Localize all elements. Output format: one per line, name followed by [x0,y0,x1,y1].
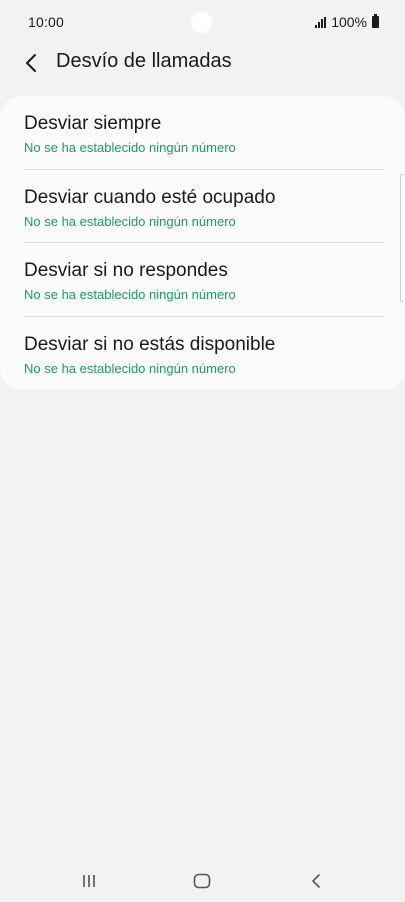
status-time: 10:00 [28,14,65,30]
scroll-indicator[interactable] [400,174,404,302]
setting-item-forward-when-busy[interactable]: Desviar cuando esté ocupado No se ha est… [0,170,405,243]
back-button[interactable] [16,48,46,78]
settings-card: Desviar siempre No se ha establecido nin… [0,96,405,390]
setting-subtitle: No se ha establecido ningún número [24,140,236,155]
setting-title: Desviar si no respondes [24,260,228,281]
navigation-bar [0,854,405,902]
setting-item-forward-always[interactable]: Desviar siempre No se ha establecido nin… [0,96,405,170]
setting-subtitle: No se ha establecido ningún número [24,287,236,302]
setting-item-forward-no-answer[interactable]: Desviar si no respondes No se ha estable… [0,243,405,317]
nav-back-button[interactable] [296,866,336,896]
recents-icon [83,875,95,887]
status-indicators: 100% [315,14,379,30]
home-button[interactable] [182,866,222,896]
camera-cutout [191,12,212,33]
setting-subtitle: No se ha establecido ningún número [24,360,236,376]
chevron-left-icon [26,54,36,72]
signal-icon [315,16,327,28]
battery-percentage: 100% [331,14,367,30]
recents-button[interactable] [69,866,109,896]
setting-title: Desviar si no estás disponible [24,333,276,355]
back-icon [312,874,320,888]
setting-subtitle: No se ha establecido ningún número [24,213,236,229]
home-icon [193,873,211,889]
battery-icon [372,14,379,28]
setting-title: Desviar cuando esté ocupado [24,186,276,208]
status-bar: 10:00 100% [0,0,405,44]
setting-title: Desviar siempre [24,113,162,134]
setting-item-forward-unreachable[interactable]: Desviar si no estás disponible No se ha … [0,317,405,391]
page-title: Desvío de llamadas [56,50,232,72]
app-header: Desvío de llamadas [0,40,405,84]
